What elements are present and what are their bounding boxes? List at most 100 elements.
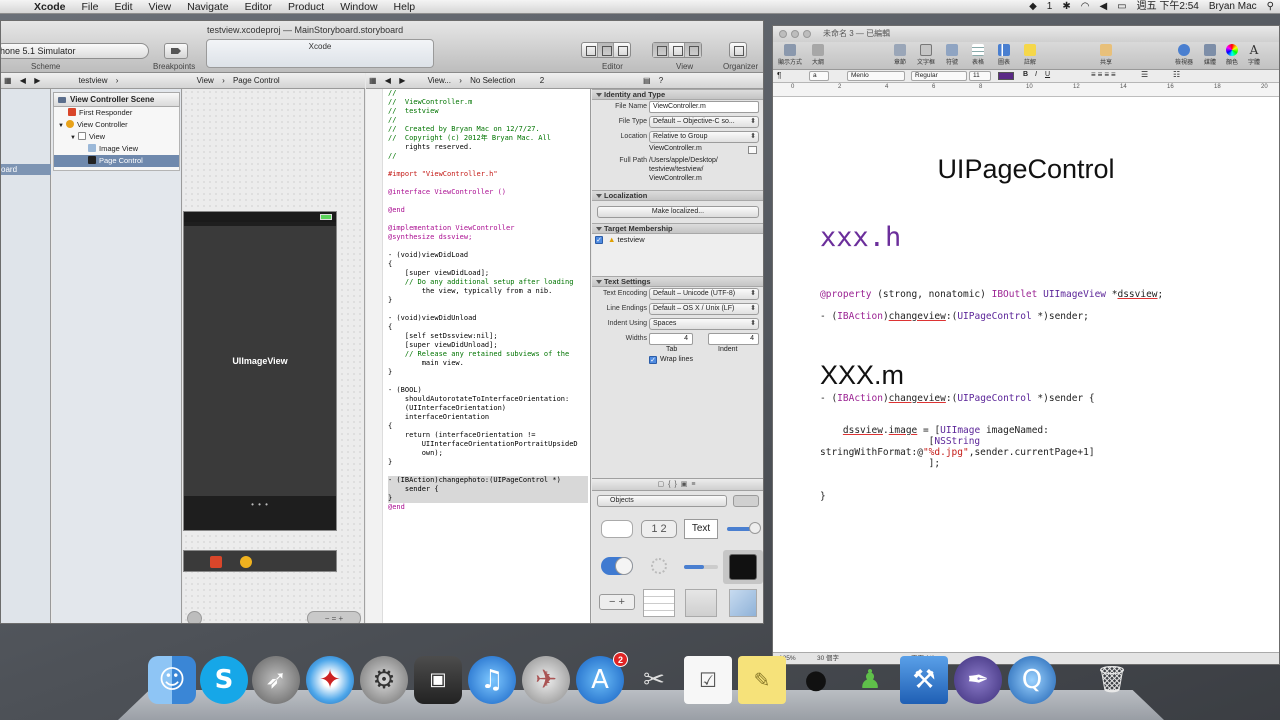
toolbar-outline[interactable]: 大綱 bbox=[805, 44, 831, 66]
code-line[interactable]: @end bbox=[388, 503, 588, 512]
breadcrumb-page-control[interactable]: Page Control bbox=[230, 73, 283, 88]
assistant-code-editor[interactable]: //// ViewController.m// testview//// Cre… bbox=[366, 89, 591, 623]
status-clock[interactable]: 週五 下午2:54 bbox=[1137, 0, 1199, 14]
code-line[interactable]: - (BOOL) bbox=[388, 386, 588, 395]
menu-product[interactable]: Product bbox=[280, 0, 332, 14]
photo-booth-icon[interactable]: ▣ bbox=[414, 656, 462, 704]
jump-back-icon[interactable]: ◀ bbox=[17, 73, 29, 88]
code-line[interactable]: [super viewDidUnload]; bbox=[388, 341, 588, 350]
section-localization[interactable]: Localization bbox=[592, 190, 763, 201]
organizer-button[interactable] bbox=[729, 42, 747, 58]
assistant-counter[interactable]: 2 bbox=[537, 73, 547, 88]
code-line[interactable]: sender { bbox=[388, 485, 588, 494]
code-line[interactable]: // Copyright (c) 2012年 Bryan Mac. All bbox=[388, 134, 588, 143]
code-line[interactable] bbox=[388, 305, 588, 314]
tree-item-view-controller[interactable]: ▼ View Controller bbox=[54, 119, 179, 131]
paragraph-style-icon[interactable]: ¶ bbox=[777, 71, 781, 80]
menu-file[interactable]: File bbox=[74, 0, 107, 14]
code-line[interactable]: UIInterfaceOrientationPortraitUpsideD bbox=[388, 440, 588, 449]
tree-item-first-responder[interactable]: First Responder bbox=[54, 107, 179, 119]
make-localized-button[interactable]: Make localized... bbox=[597, 206, 759, 218]
file-type-popup[interactable]: Default – Objective-C so... bbox=[649, 116, 759, 128]
section-text-settings[interactable]: Text Settings bbox=[592, 276, 763, 287]
debug-toggle-icon[interactable] bbox=[669, 43, 685, 57]
code-line[interactable]: @synthesize dssview; bbox=[388, 233, 588, 242]
code-line[interactable]: // Created by Bryan Mac on 12/7/27. bbox=[388, 125, 588, 134]
assistant-editor-icon[interactable] bbox=[598, 43, 614, 57]
image-view[interactable]: UIImageView bbox=[184, 226, 336, 496]
font-size-field[interactable]: 11 bbox=[969, 71, 991, 81]
document-body[interactable]: UIPageControl xxx.h @property (strong, n… bbox=[773, 98, 1279, 652]
code-line[interactable]: { bbox=[388, 323, 588, 332]
trash-icon[interactable]: 🗑 bbox=[1088, 656, 1136, 704]
code-line[interactable] bbox=[388, 215, 588, 224]
code-line[interactable]: } bbox=[388, 458, 588, 467]
code-line[interactable]: return (interfaceOrientation != bbox=[388, 431, 588, 440]
menu-editor[interactable]: Editor bbox=[237, 0, 280, 14]
code-line[interactable]: [super viewDidLoad]; bbox=[388, 269, 588, 278]
view-controller-dock-icon[interactable] bbox=[240, 556, 252, 568]
font-family-popup[interactable]: Menlo bbox=[847, 71, 905, 81]
library-stepper-item[interactable]: − + bbox=[597, 586, 637, 620]
code-line[interactable]: - (void)viewDidUnload bbox=[388, 314, 588, 323]
quick-help-icon[interactable]: ? bbox=[656, 73, 666, 88]
storyboard-canvas[interactable]: UIImageView • • • − = + bbox=[183, 89, 365, 623]
toolbar-share[interactable]: 共享 bbox=[1093, 44, 1119, 66]
file-inspector-icon[interactable]: ▤ bbox=[640, 73, 654, 88]
launchpad-icon[interactable]: ➶ bbox=[252, 656, 300, 704]
app-store-icon[interactable]: A2 bbox=[576, 652, 628, 704]
code-line[interactable]: } bbox=[388, 368, 588, 377]
tree-item-image-view[interactable]: Image View bbox=[54, 143, 179, 155]
code-line[interactable]: // Do any additional setup after loading bbox=[388, 278, 588, 287]
code-line[interactable]: // testview bbox=[388, 107, 588, 116]
font-weight-popup[interactable]: Regular bbox=[911, 71, 967, 81]
finder-icon[interactable]: ☺ bbox=[148, 656, 196, 704]
breakpoints-button[interactable] bbox=[164, 43, 188, 59]
breadcrumb-view[interactable]: View bbox=[194, 73, 217, 88]
library-progress-item[interactable] bbox=[681, 550, 721, 584]
code-line[interactable] bbox=[388, 179, 588, 188]
toolbar-textbox[interactable]: 文字框 bbox=[913, 44, 939, 66]
location-popup[interactable]: Relative to Group bbox=[649, 131, 759, 143]
code-line[interactable]: (UIInterfaceOrientation) bbox=[388, 404, 588, 413]
spotlight-icon[interactable]: ⚲ bbox=[1267, 0, 1274, 14]
tree-item-view[interactable]: ▼ View bbox=[54, 131, 179, 143]
line-spacing-popup[interactable]: ☰ bbox=[1141, 70, 1148, 79]
code-line[interactable]: interfaceOrientation bbox=[388, 413, 588, 422]
library-page-control-item[interactable] bbox=[723, 550, 763, 584]
scene-header[interactable]: View Controller Scene bbox=[53, 92, 180, 107]
section-target-membership[interactable]: Target Membership bbox=[592, 223, 763, 234]
skype-icon[interactable]: S bbox=[200, 656, 248, 704]
code-line[interactable]: } bbox=[388, 296, 588, 305]
view-controller-scene[interactable]: UIImageView • • • bbox=[183, 211, 337, 531]
status-user[interactable]: Bryan Mac bbox=[1209, 0, 1257, 14]
toolbar-view-mode[interactable]: 顯示方式 bbox=[777, 44, 803, 66]
section-identity-type[interactable]: Identity and Type bbox=[592, 89, 763, 100]
version-editor-icon[interactable] bbox=[614, 43, 630, 57]
quill-icon[interactable]: ✒ bbox=[954, 656, 1002, 704]
code-text[interactable]: //// ViewController.m// testview//// Cre… bbox=[388, 89, 588, 512]
tree-item-page-control[interactable]: Page Control bbox=[54, 155, 179, 167]
code-line[interactable]: rights reserved. bbox=[388, 143, 588, 152]
code-line[interactable]: @implementation ViewController bbox=[388, 224, 588, 233]
library-tab-bar[interactable]: ▢{}▣≡ bbox=[592, 478, 763, 491]
code-line[interactable]: { bbox=[388, 260, 588, 269]
library-view-toggle[interactable] bbox=[733, 495, 759, 507]
code-line[interactable]: [self setDssview:nil]; bbox=[388, 332, 588, 341]
code-line[interactable] bbox=[388, 467, 588, 476]
list-style-popup[interactable]: ☷ bbox=[1173, 70, 1180, 79]
code-line[interactable] bbox=[388, 377, 588, 386]
standard-editor-icon[interactable] bbox=[582, 43, 598, 57]
wrap-lines-checkbox[interactable]: ✓ bbox=[649, 356, 657, 364]
code-line[interactable]: // bbox=[388, 152, 588, 161]
close-button-icon[interactable] bbox=[779, 30, 787, 38]
library-table-cell-item[interactable] bbox=[681, 586, 721, 620]
assistant-grid-icon[interactable]: ▦ bbox=[366, 73, 380, 88]
underline-button[interactable]: U bbox=[1045, 71, 1050, 78]
code-line[interactable]: // bbox=[388, 116, 588, 125]
menu-help[interactable]: Help bbox=[386, 0, 424, 14]
code-line[interactable]: { bbox=[388, 422, 588, 431]
library-segmented-item[interactable]: 1 2 bbox=[639, 514, 679, 548]
text-encoding-popup[interactable]: Default – Unicode (UTF-8) bbox=[649, 288, 759, 300]
reminders-icon[interactable]: ☑ bbox=[684, 656, 732, 704]
